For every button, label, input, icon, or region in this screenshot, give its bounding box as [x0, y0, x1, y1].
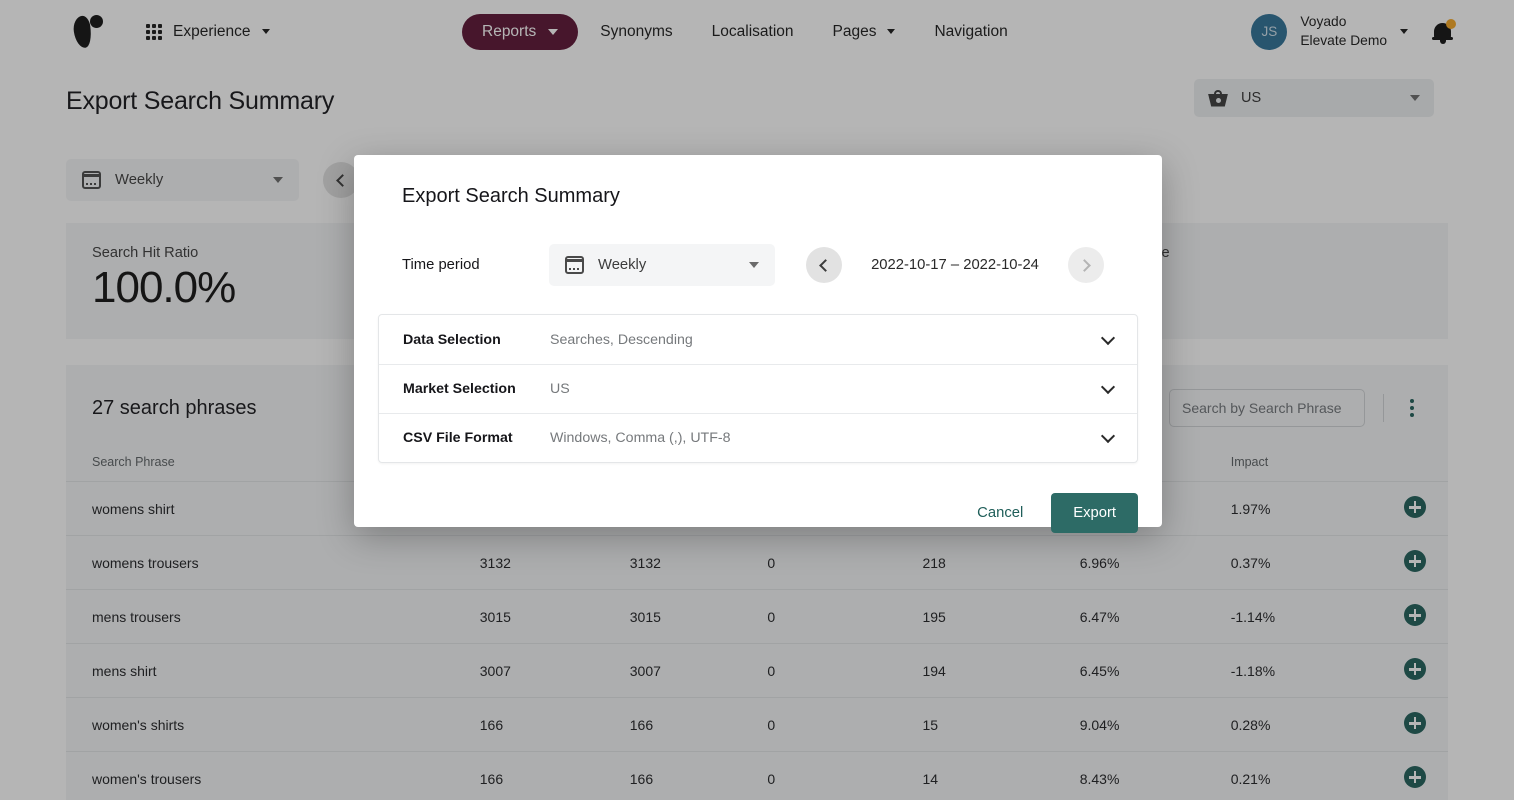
chevron-down-icon	[749, 262, 759, 268]
time-period-label: Time period	[402, 257, 480, 273]
accordion-value: Windows, Comma (,), UTF-8	[550, 430, 731, 446]
accordion-item-data-selection[interactable]: Data Selection Searches, Descending	[379, 315, 1137, 364]
cancel-button[interactable]: Cancel	[959, 494, 1041, 532]
chevron-down-icon	[1100, 379, 1116, 395]
accordion-key: CSV File Format	[403, 430, 513, 446]
accordion-key: Data Selection	[403, 331, 501, 348]
export-search-summary-dialog: Export Search Summary Time period Weekly…	[354, 155, 1162, 533]
chevron-down-icon	[1100, 330, 1116, 345]
accordion-value: US	[550, 381, 570, 397]
accordion-value: Searches, Descending	[550, 331, 693, 348]
time-period-select-value: Weekly	[598, 257, 647, 273]
date-range-next-button	[1068, 247, 1104, 283]
accordion-item-market-selection[interactable]: Market Selection US	[379, 364, 1137, 413]
date-range-nav: 2022-10-17 – 2022-10-24	[806, 247, 1104, 283]
chevron-left-icon	[819, 258, 832, 272]
app-root: Experience Reports Synonyms Localisation…	[0, 0, 1514, 800]
chevron-down-icon	[1100, 428, 1116, 444]
time-period-row: Time period Weekly 2022-10-17 – 2022-10-…	[378, 244, 1138, 286]
accordion-key: Market Selection	[403, 381, 516, 397]
modal-scrim-top	[0, 0, 1514, 63]
export-options-accordion: Data Selection Searches, Descending Mark…	[378, 314, 1138, 463]
export-button[interactable]: Export	[1051, 493, 1138, 533]
dialog-footer: Cancel Export	[378, 493, 1138, 533]
chevron-right-icon	[1078, 258, 1091, 272]
accordion-item-csv-file-format[interactable]: CSV File Format Windows, Comma (,), UTF-…	[379, 413, 1137, 462]
time-period-select[interactable]: Weekly	[549, 244, 775, 286]
calendar-icon	[565, 256, 584, 274]
date-range-prev-button[interactable]	[806, 247, 842, 283]
dialog-title: Export Search Summary	[402, 185, 620, 207]
date-range-label: 2022-10-17 – 2022-10-24	[871, 257, 1039, 273]
